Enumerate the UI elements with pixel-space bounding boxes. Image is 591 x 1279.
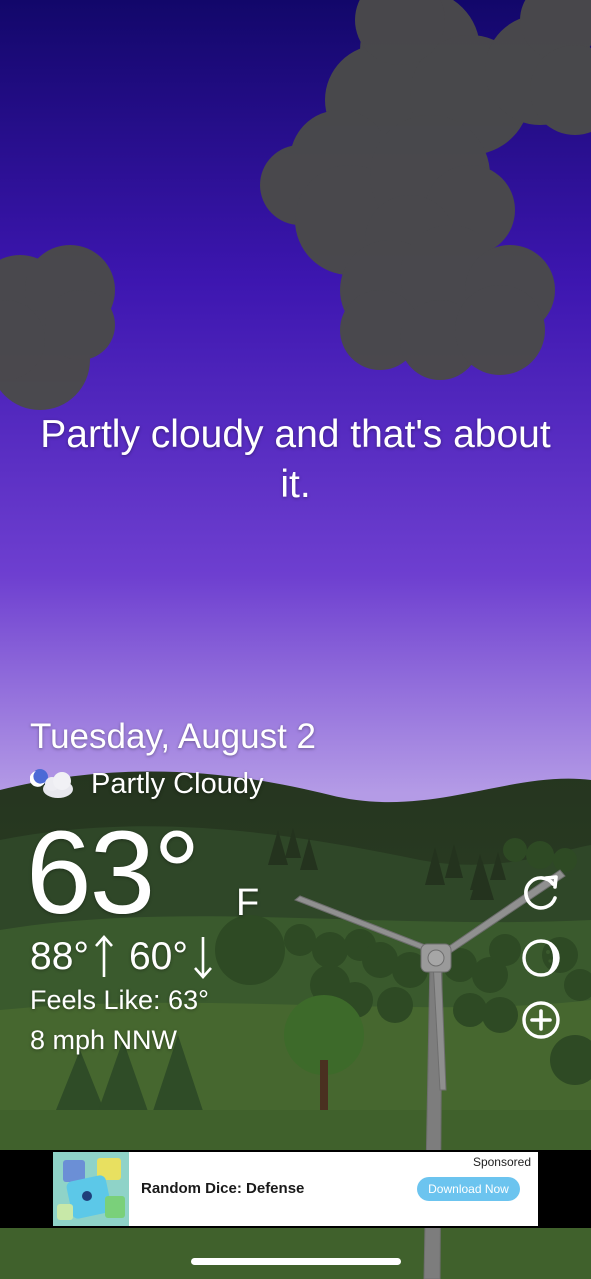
moon-phase-icon <box>522 939 560 977</box>
feels-like-label: Feels Like: 63° <box>30 985 209 1015</box>
date-label: Tuesday, August 2 <box>30 717 317 756</box>
low-temperature: 60° <box>128 935 188 978</box>
add-location-icon <box>522 1001 560 1039</box>
add-location-button[interactable] <box>518 997 564 1043</box>
partly-cloudy-night-icon <box>30 769 73 798</box>
condition-row: Partly Cloudy <box>30 764 263 804</box>
current-temperature: 63° <box>26 807 200 939</box>
ad-title: Random Dice: Defense <box>141 1180 305 1197</box>
condition-label: Partly Cloudy <box>91 767 264 800</box>
ad-app-icon <box>53 1152 129 1226</box>
high-temperature: 88° <box>30 935 89 978</box>
wind-label: 8 mph NNW <box>30 1025 178 1055</box>
temperature-unit: F <box>236 882 260 924</box>
refresh-button[interactable] <box>518 870 564 916</box>
refresh-icon <box>524 875 558 910</box>
moon-phase-button[interactable] <box>518 935 564 981</box>
weather-scene-background <box>0 0 591 1279</box>
home-indicator[interactable] <box>191 1258 401 1265</box>
ad-sponsored-label: Sponsored <box>472 1155 531 1169</box>
high-low-row: 88° 60° <box>30 934 224 980</box>
arrow-up-icon <box>95 935 113 977</box>
arrow-down-icon <box>193 937 212 979</box>
weather-tagline: Partly cloudy and that's about it. <box>40 413 551 506</box>
temperature-block: 63° F <box>26 807 259 939</box>
ad-banner[interactable]: Sponsored Random Dice: Defense Download … <box>53 1152 538 1226</box>
ad-download-button[interactable]: Download Now <box>417 1177 520 1201</box>
